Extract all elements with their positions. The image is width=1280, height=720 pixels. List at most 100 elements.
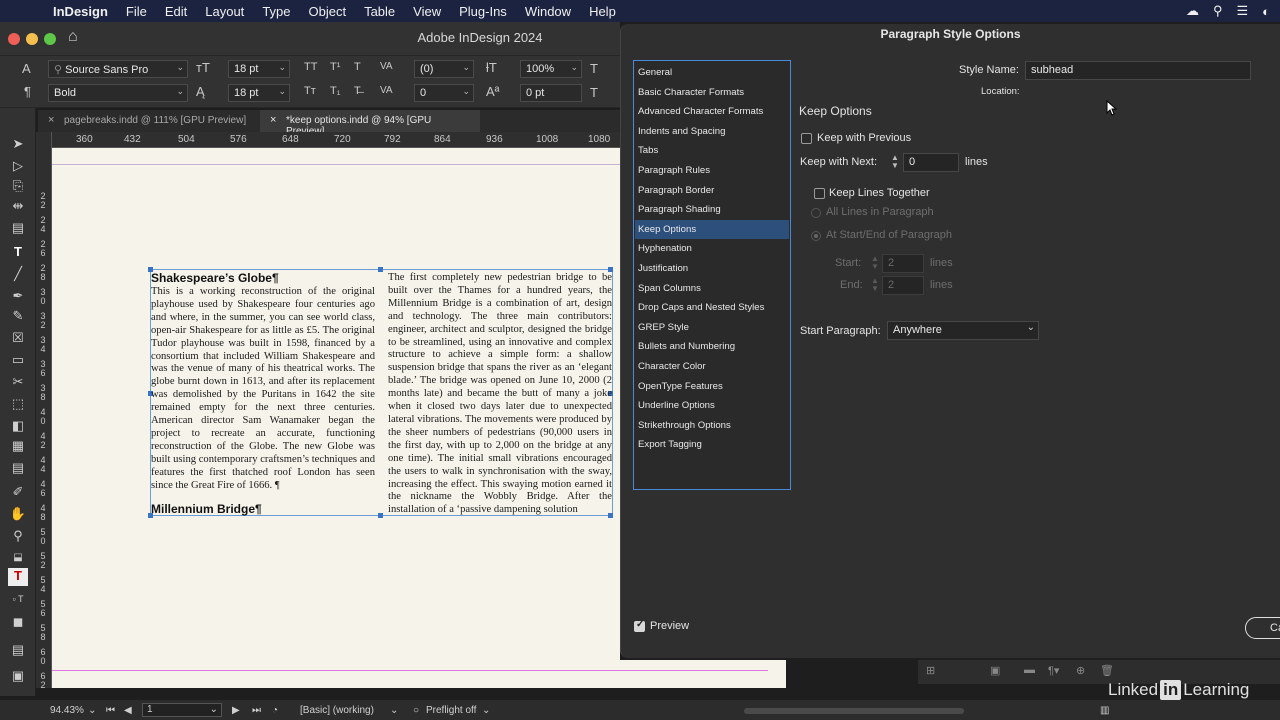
folder-icon[interactable]: ▬ [1024, 664, 1035, 676]
text-column-2[interactable]: The first completely new pedestrian brid… [388, 272, 612, 516]
category-paragraph-border[interactable]: Paragraph Border [635, 181, 789, 200]
style-name-input[interactable]: subhead [1025, 61, 1251, 80]
menu-table[interactable]: Table [355, 4, 404, 19]
category-indents-and-spacing[interactable]: Indents and Spacing [635, 122, 789, 141]
first-page-icon[interactable]: ⏮ [106, 705, 115, 716]
tab-pagebreaks[interactable]: × pagebreaks.indd @ 111% [GPU Preview] [38, 110, 258, 132]
menu-app[interactable]: InDesign [44, 4, 117, 19]
next-page-icon[interactable]: ▶ [232, 705, 240, 716]
control-center-icon[interactable]: ☰ [1236, 3, 1248, 19]
panel-toggle-icon[interactable]: ▥ [1100, 705, 1109, 716]
leading-field[interactable]: 18 pt ⌄ [228, 84, 290, 102]
category-hyphenation[interactable]: Hyphenation [635, 239, 789, 258]
paragraph-formatting-icon[interactable]: ¶ [24, 84, 31, 99]
selection-tool-icon[interactable]: ➤ [8, 136, 28, 154]
category-character-color[interactable]: Character Color [635, 357, 789, 376]
chevron-down-icon[interactable]: ⌄ [462, 86, 470, 97]
category-basic-character-formats[interactable]: Basic Character Formats [635, 83, 789, 102]
zoom-window-button[interactable] [44, 33, 56, 45]
font-style-field[interactable]: Bold ⌄ [48, 84, 188, 102]
type-on-path-icon[interactable]: T [590, 61, 598, 76]
direct-selection-tool-icon[interactable]: ▷ [8, 158, 28, 176]
font-size-field[interactable]: 18 pt ⌄ [228, 60, 290, 78]
spotlight-search-icon[interactable]: ⚲ [1213, 3, 1223, 19]
pen-tool-icon[interactable]: ✒ [8, 288, 28, 306]
clear-overrides-icon[interactable]: ⊞ [926, 664, 935, 677]
screen-mode-icon[interactable]: ▤ [8, 642, 28, 660]
gap-tool-icon[interactable]: ⇹ [8, 198, 28, 216]
page-tool-icon[interactable]: ⎘ [8, 178, 28, 196]
category-export-tagging[interactable]: Export Tagging [635, 435, 789, 454]
menu-help[interactable]: Help [580, 4, 625, 19]
new-group-icon[interactable]: ▣ [990, 664, 1000, 677]
tab-keep-options[interactable]: × *keep options.indd @ 94% [GPU Preview] [260, 110, 480, 137]
superscript-icon[interactable]: T¹ [330, 61, 340, 73]
chevron-down-icon[interactable]: ⌄ [390, 705, 398, 716]
chevron-down-icon[interactable]: ⌄ [482, 705, 490, 716]
category-bullets-and-numbering[interactable]: Bullets and Numbering [635, 337, 789, 356]
underline-icon[interactable]: T [354, 61, 361, 73]
menu-edit[interactable]: Edit [156, 4, 196, 19]
type-tool-icon[interactable]: T [8, 244, 28, 262]
category-paragraph-shading[interactable]: Paragraph Shading [635, 200, 789, 219]
keep-with-previous-checkbox[interactable] [801, 133, 812, 144]
container-text-toggle-icon[interactable]: ▫ T [8, 594, 28, 612]
category-general[interactable]: General [635, 63, 789, 82]
rectangle-frame-tool-icon[interactable]: ☒ [8, 330, 28, 348]
category-tabs[interactable]: Tabs [635, 141, 789, 160]
menu-view[interactable]: View [404, 4, 450, 19]
end-input[interactable]: 2 [882, 276, 924, 295]
category-drop-caps-and-nested-styles[interactable]: Drop Caps and Nested Styles [635, 298, 789, 317]
home-icon[interactable]: ⌂ [68, 28, 78, 46]
free-transform-tool-icon[interactable]: ⬚ [8, 396, 28, 414]
gradient-feather-tool-icon[interactable]: ▦ [8, 438, 28, 456]
close-tab-icon[interactable]: × [48, 114, 54, 126]
all-caps-icon[interactable]: TT [304, 61, 317, 73]
rectangle-tool-icon[interactable]: ▭ [8, 352, 28, 370]
start-end-radio[interactable] [811, 231, 821, 241]
font-family-field[interactable]: ⚲ Source Sans Pro ⌄ [48, 60, 188, 78]
menu-type[interactable]: Type [253, 4, 299, 19]
chevron-down-icon[interactable]: ⌄ [88, 705, 96, 716]
zoom-level[interactable]: 94.43% [50, 705, 84, 716]
end-stepper-icon[interactable]: ▲ ▼ [871, 277, 879, 293]
horizontal-scrollbar[interactable] [744, 708, 964, 714]
horizontal-ruler[interactable]: 360 432 504 576 648 720 792 864 936 1008… [52, 132, 620, 148]
menu-layout[interactable]: Layout [196, 4, 253, 19]
new-style-icon[interactable]: ⊕ [1076, 664, 1085, 677]
start-stepper-icon[interactable]: ▲ ▼ [871, 255, 879, 271]
category-paragraph-rules[interactable]: Paragraph Rules [635, 161, 789, 180]
keep-lines-together-checkbox[interactable] [814, 188, 825, 199]
category-strikethrough-options[interactable]: Strikethrough Options [635, 416, 789, 435]
chevron-down-icon[interactable]: ⌄ [570, 62, 578, 73]
chevron-down-icon[interactable]: ⌄ [176, 86, 184, 97]
previous-page-icon[interactable]: ◀ [124, 705, 132, 716]
last-page-icon[interactable]: ⏭ [252, 705, 261, 716]
start-input[interactable]: 2 [882, 254, 924, 273]
menu-window[interactable]: Window [516, 4, 580, 19]
preview-mode-icon[interactable]: ▣ [8, 668, 28, 686]
category-span-columns[interactable]: Span Columns [635, 279, 789, 298]
note-tool-icon[interactable]: ▤ [8, 460, 28, 478]
siri-icon[interactable]: ◐ [1262, 4, 1270, 19]
chevron-down-icon[interactable]: ⌄ [176, 62, 184, 73]
frame-handle[interactable] [378, 513, 383, 518]
chevron-down-icon[interactable]: ⌄ [278, 62, 286, 73]
content-collector-icon[interactable]: ▤ [8, 220, 28, 238]
creative-cloud-icon[interactable]: ☁ [1186, 3, 1199, 19]
close-tab-icon[interactable]: × [270, 114, 276, 126]
working-style[interactable]: [Basic] (working) [300, 705, 374, 716]
skew-icon[interactable]: T [590, 85, 598, 100]
vertical-ruler[interactable]: 2224262830323436384042444648505254565860… [36, 132, 52, 690]
start-paragraph-dropdown[interactable]: Anywhere ⌄ [887, 321, 1039, 340]
delete-icon[interactable]: 🗑 [1100, 664, 1114, 677]
menu-file[interactable]: File [117, 4, 156, 19]
formatting-affects-text-icon[interactable]: T [8, 568, 28, 586]
cancel-button[interactable]: Ca [1245, 617, 1280, 639]
preview-checkbox[interactable] [634, 619, 645, 632]
minimize-window-button[interactable] [26, 33, 38, 45]
close-window-button[interactable] [8, 33, 20, 45]
frame-handle[interactable] [378, 267, 383, 272]
vertical-scale-field[interactable]: 100% ⌄ [520, 60, 582, 78]
normal-view-mode-icon[interactable]: ◼ [8, 614, 28, 632]
